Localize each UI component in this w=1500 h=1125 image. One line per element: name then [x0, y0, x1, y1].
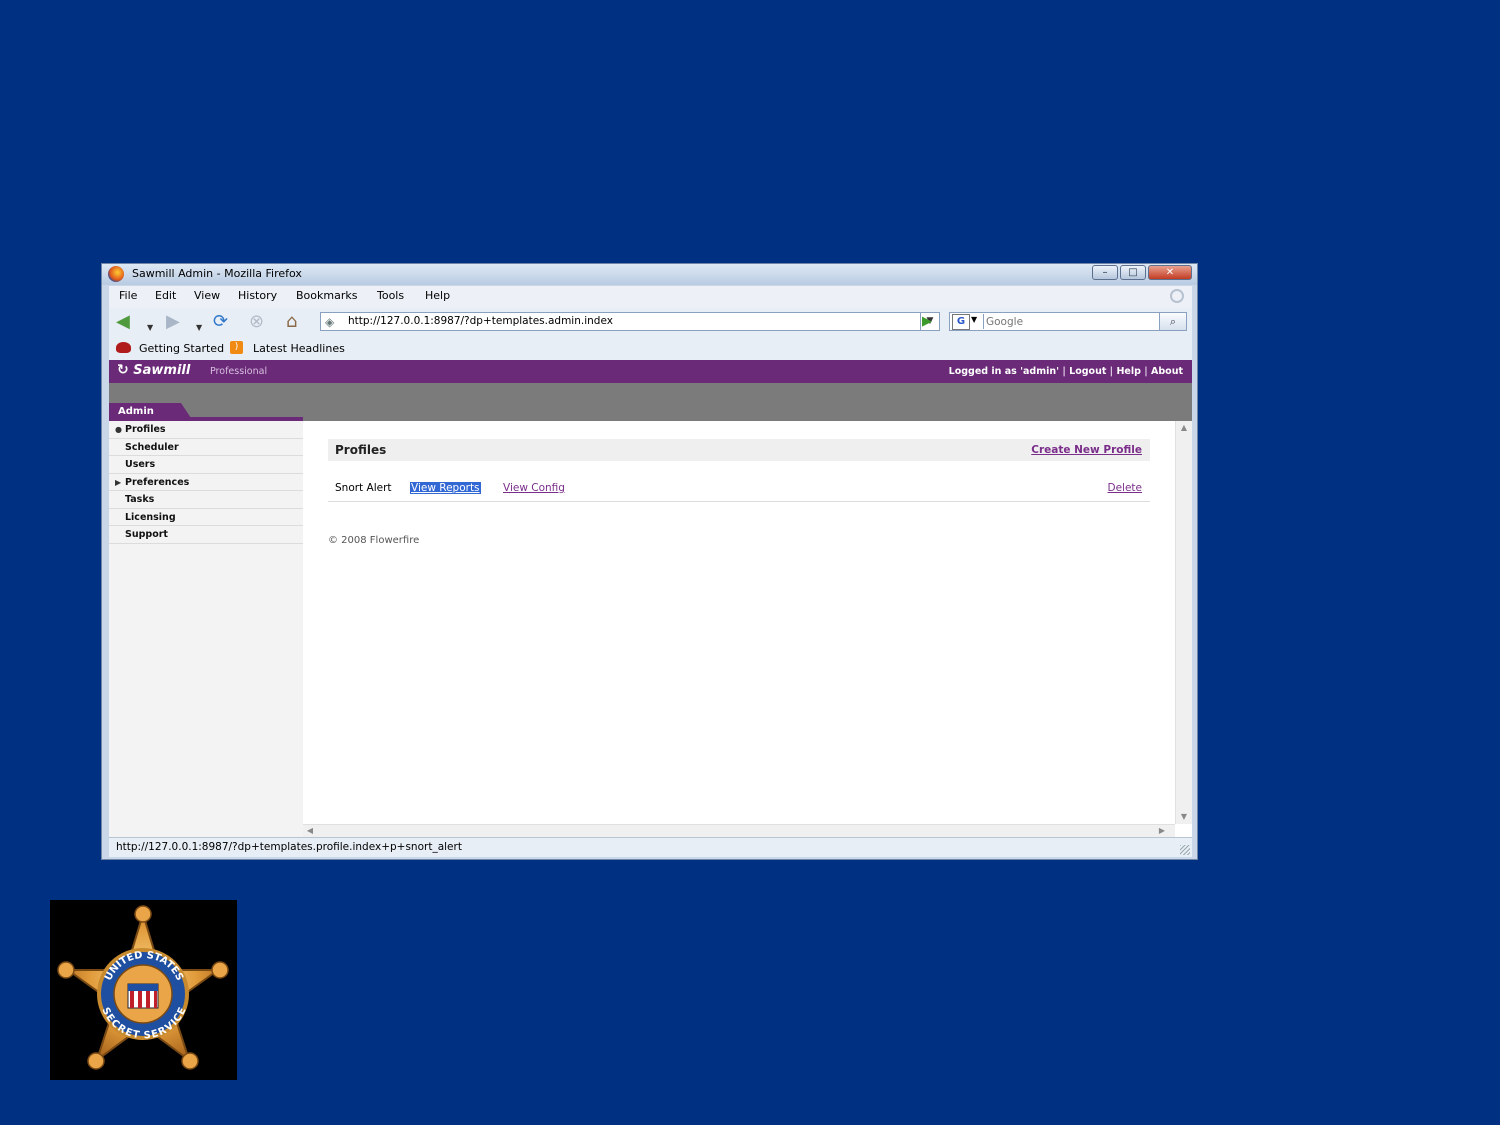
tab-bar: [109, 383, 1192, 421]
menu-history[interactable]: History: [238, 289, 277, 302]
scroll-right-icon[interactable]: ▶: [1155, 825, 1169, 837]
title-bar[interactable]: Sawmill Admin - Mozilla Firefox – □ ✕: [102, 264, 1197, 285]
search-input[interactable]: [983, 314, 1156, 329]
delete-link[interactable]: Delete: [1108, 482, 1143, 494]
navigation-toolbar: ◀ ▼ ▶ ▼ ⟳ ⊗ ⌂ ◈ http://127.0.0.1:8987/?d…: [109, 308, 1192, 336]
browser-window: Sawmill Admin - Mozilla Firefox – □ ✕ Fi…: [101, 263, 1198, 860]
sawmill-logo-icon: ↻: [117, 362, 129, 378]
table-row: Snort Alert View Reports View Config Del…: [328, 479, 1150, 502]
view-reports-link[interactable]: View Reports: [410, 482, 481, 494]
help-link[interactable]: Help: [1116, 366, 1140, 377]
sidebar-item-preferences[interactable]: ▶ Preferences: [109, 474, 303, 491]
firefox-icon: [108, 266, 124, 282]
scroll-up-icon[interactable]: ▲: [1176, 421, 1192, 435]
menu-file[interactable]: File: [119, 289, 137, 302]
maximize-button[interactable]: □: [1120, 265, 1146, 280]
reload-icon[interactable]: ⟳: [213, 313, 228, 331]
back-icon[interactable]: ◀: [116, 313, 130, 331]
search-icon[interactable]: ⌕: [1159, 313, 1186, 330]
active-bullet-icon: ●: [115, 425, 122, 434]
vertical-scrollbar[interactable]: ▲ ▼: [1175, 421, 1192, 824]
menu-edit[interactable]: Edit: [155, 289, 176, 302]
go-icon[interactable]: ▶: [915, 312, 939, 331]
engine-dropdown-icon[interactable]: ▼: [971, 315, 977, 324]
window-controls: – □ ✕: [1092, 265, 1192, 281]
google-engine-icon[interactable]: G: [952, 314, 970, 330]
bookmark-getting-started[interactable]: Getting Started: [139, 342, 224, 355]
logged-in-label: Logged in as 'admin': [948, 366, 1060, 377]
url-text[interactable]: http://127.0.0.1:8987/?dp+templates.admi…: [348, 315, 613, 327]
sawmill-logo[interactable]: ↻ Sawmill: [117, 362, 190, 378]
url-bar[interactable]: ◈ http://127.0.0.1:8987/?dp+templates.ad…: [320, 312, 940, 331]
profile-name: Snort Alert: [335, 482, 392, 494]
sidebar-item-label: Preferences: [125, 476, 190, 488]
sidebar-item-scheduler[interactable]: Scheduler: [109, 439, 303, 456]
sidebar: ● Profiles Scheduler Users ▶ Preferences T…: [109, 421, 303, 837]
sidebar-item-label: Profiles: [125, 424, 166, 435]
app-header: ↻ Sawmill Professional Logged in as 'adm…: [109, 360, 1192, 383]
profiles-header: Profiles Create New Profile: [328, 439, 1150, 461]
sidebar-item-profiles[interactable]: ● Profiles: [109, 421, 303, 439]
sidebar-item-label: Users: [125, 459, 156, 470]
scroll-down-icon[interactable]: ▼: [1176, 810, 1192, 824]
logo-text: Sawmill: [133, 363, 191, 378]
forward-icon[interactable]: ▶: [166, 313, 180, 331]
getting-started-icon: [116, 342, 131, 353]
window-title: Sawmill Admin - Mozilla Firefox: [132, 267, 302, 280]
page-icon: ◈: [325, 315, 335, 329]
forward-dropdown-icon[interactable]: ▼: [196, 319, 202, 337]
activity-throbber-icon: [1170, 289, 1184, 303]
secret-service-badge: UNITED STATES SECRET SERVICE: [50, 900, 237, 1080]
main-panel: Profiles Create New Profile Snort Alert …: [303, 421, 1175, 824]
close-button[interactable]: ✕: [1148, 265, 1192, 280]
bookmark-latest-headlines[interactable]: Latest Headlines: [253, 342, 345, 355]
star-badge-icon: UNITED STATES SECRET SERVICE: [57, 905, 229, 1070]
copyright-footer: © 2008 Flowerfire: [328, 535, 420, 546]
sidebar-item-label: Tasks: [125, 494, 155, 505]
sidebar-item-label: Licensing: [125, 511, 176, 523]
logout-link[interactable]: Logout: [1069, 366, 1106, 377]
status-bar: http://127.0.0.1:8987/?dp+templates.prof…: [109, 837, 1192, 857]
bookmarks-toolbar: Getting Started ) Latest Headlines: [109, 336, 1192, 360]
minimize-button[interactable]: –: [1092, 265, 1118, 280]
sidebar-item-licensing[interactable]: Licensing: [109, 509, 303, 526]
horizontal-scrollbar[interactable]: ◀ ▶: [303, 824, 1175, 837]
rss-feed-icon: ): [230, 341, 243, 354]
expand-arrow-icon[interactable]: ▶: [115, 474, 121, 491]
sidebar-item-support[interactable]: Support: [109, 526, 303, 544]
status-text: http://127.0.0.1:8987/?dp+templates.prof…: [116, 841, 462, 853]
create-new-profile-link[interactable]: Create New Profile: [1031, 444, 1142, 456]
scroll-left-icon[interactable]: ◀: [303, 825, 317, 837]
sidebar-item-label: Support: [125, 529, 168, 540]
home-icon[interactable]: ⌂: [286, 313, 297, 331]
page-title: Profiles: [335, 443, 387, 457]
about-link[interactable]: About: [1151, 366, 1183, 377]
menu-tools[interactable]: Tools: [377, 289, 404, 302]
back-dropdown-icon[interactable]: ▼: [147, 319, 153, 337]
edition-label: Professional: [210, 366, 268, 377]
menu-view[interactable]: View: [194, 289, 220, 302]
view-config-link[interactable]: View Config: [503, 482, 565, 494]
header-links: Logged in as 'admin' | Logout | Help | A…: [948, 366, 1183, 377]
menu-help[interactable]: Help: [425, 289, 450, 302]
stop-icon[interactable]: ⊗: [249, 313, 264, 331]
resize-grip-icon[interactable]: [1180, 845, 1190, 855]
menu-bookmarks[interactable]: Bookmarks: [296, 289, 357, 302]
page-content: ↻ Sawmill Professional Logged in as 'adm…: [109, 360, 1192, 837]
sidebar-item-label: Scheduler: [125, 441, 179, 453]
menu-bar: File Edit View History Bookmarks Tools H…: [109, 286, 1192, 308]
sidebar-item-tasks[interactable]: Tasks: [109, 491, 303, 509]
sidebar-item-users[interactable]: Users: [109, 456, 303, 474]
search-bar: G ▼ ⌕: [949, 312, 1187, 331]
